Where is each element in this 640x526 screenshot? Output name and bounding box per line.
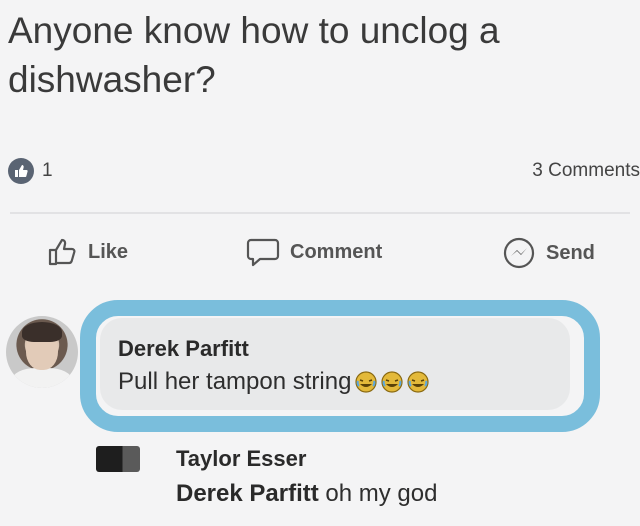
speech-bubble-icon [246, 236, 280, 268]
reply-text: Derek Parfitt oh my god [176, 480, 437, 508]
laughing-crying-emoji-icon [381, 371, 404, 393]
comments-count-link[interactable]: 3 Comments [532, 160, 640, 182]
thumbs-up-reaction-icon [8, 158, 34, 184]
post-text: Anyone know how to unclog a dishwasher? [8, 10, 500, 100]
derek-parfitt-avatar[interactable] [6, 316, 78, 388]
divider [10, 212, 630, 214]
reply-author[interactable]: Taylor Esser [176, 446, 306, 472]
highlight-circle [80, 300, 600, 432]
send-label: Send [546, 241, 595, 264]
like-count: 1 [42, 160, 53, 181]
reply-body: oh my god [318, 480, 438, 507]
laughing-crying-emoji-icon [407, 371, 430, 393]
comment-text: Pull her tampon string [118, 368, 352, 395]
taylor-esser-avatar[interactable] [96, 446, 140, 472]
comment-label: Comment [290, 240, 383, 263]
thumbs-up-icon [46, 236, 78, 268]
send-button[interactable]: Send [502, 236, 595, 270]
comment-text-row: Pull her tampon string [118, 368, 430, 396]
reaction-summary[interactable]: 1 [8, 158, 53, 184]
comment-author[interactable]: Derek Parfitt [118, 336, 249, 362]
reply-mention[interactable]: Derek Parfitt [176, 480, 319, 507]
comment-button[interactable]: Comment [246, 236, 382, 268]
like-label: Like [88, 240, 129, 263]
laughing-crying-emoji-icon [355, 371, 378, 393]
action-bar: Like Comment Send [0, 236, 640, 276]
messenger-icon [502, 236, 536, 270]
like-button[interactable]: Like [46, 236, 128, 268]
